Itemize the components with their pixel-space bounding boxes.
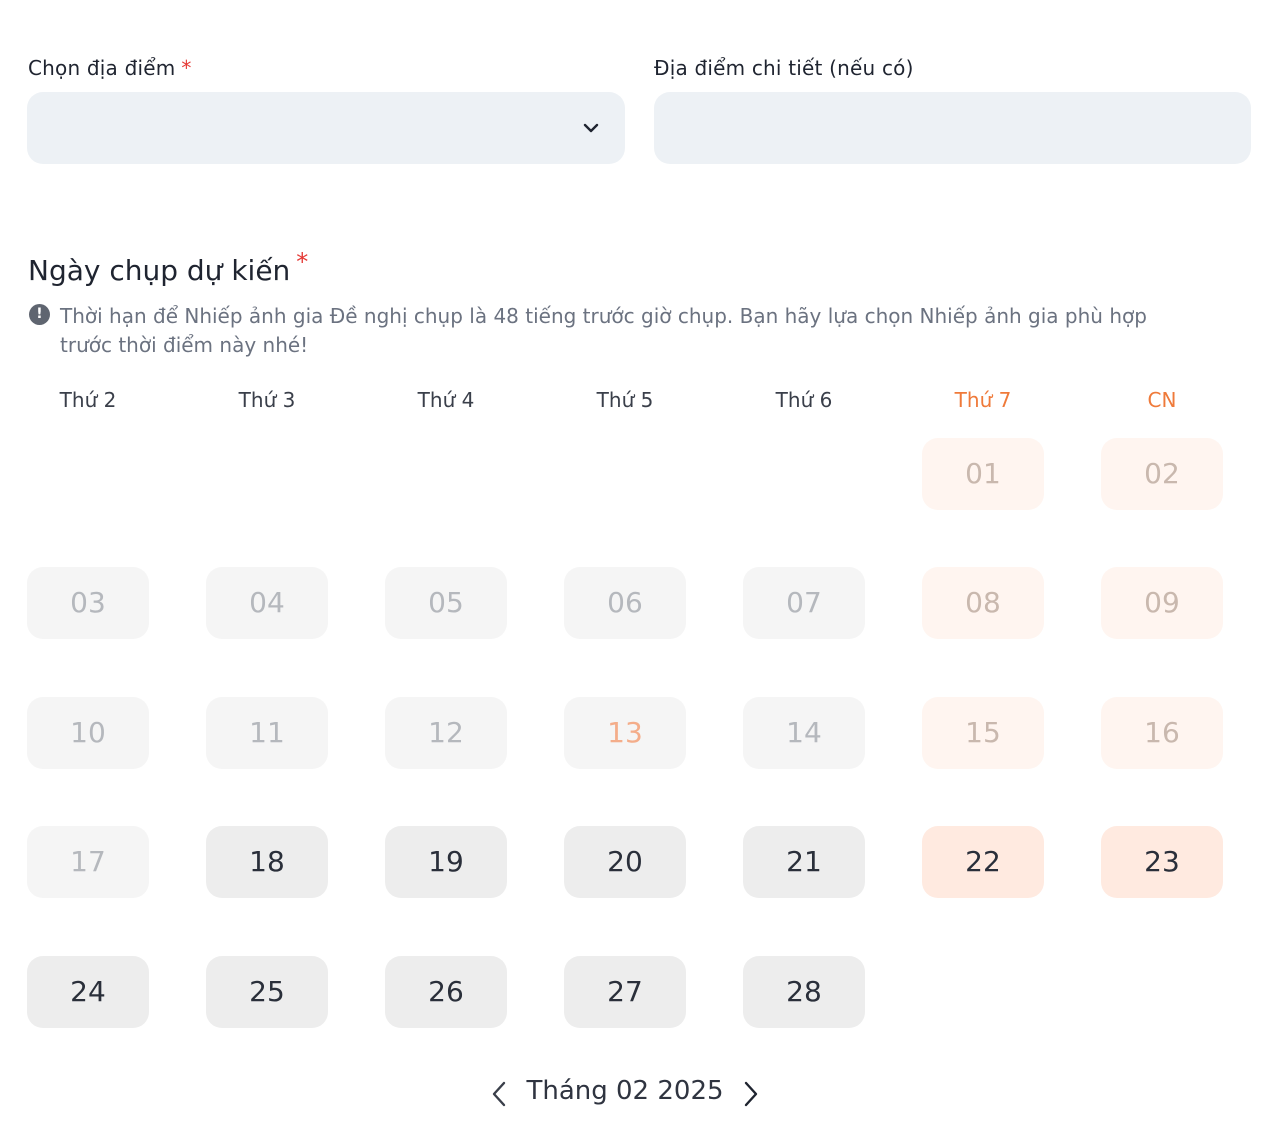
- calendar-day: 16: [1101, 697, 1223, 769]
- required-mark: *: [181, 56, 192, 80]
- weekday-label: Thứ 3: [238, 388, 296, 412]
- calendar-day: 10: [27, 697, 149, 769]
- calendar-day[interactable]: 24: [27, 956, 149, 1028]
- month-label: Tháng 02 2025: [526, 1076, 724, 1106]
- calendar-day[interactable]: 20: [564, 826, 686, 898]
- info-icon: !: [29, 304, 50, 325]
- detail-location-input[interactable]: [654, 92, 1251, 164]
- calendar-day[interactable]: 26: [385, 956, 507, 1028]
- calendar-day: 07: [743, 567, 865, 639]
- calendar-day[interactable]: 23: [1101, 826, 1223, 898]
- calendar-day: 11: [206, 697, 328, 769]
- required-mark: *: [296, 248, 309, 276]
- calendar-day: 17: [27, 826, 149, 898]
- calendar-day: 09: [1101, 567, 1223, 639]
- calendar-day: 06: [564, 567, 686, 639]
- weekday-label: Thứ 2: [59, 388, 117, 412]
- location-select[interactable]: [27, 92, 625, 164]
- chevron-right-icon[interactable]: [736, 1078, 764, 1110]
- weekday-label: Thứ 7: [954, 388, 1012, 412]
- deadline-notice: Thời hạn để Nhiếp ảnh gia Đề nghị chụp l…: [60, 304, 1147, 357]
- calendar-day: 03: [27, 567, 149, 639]
- calendar-day[interactable]: 27: [564, 956, 686, 1028]
- weekday-label: Thứ 5: [596, 388, 654, 412]
- shoot-date-title: Ngày chụp dự kiến *: [28, 248, 309, 287]
- calendar-day[interactable]: 19: [385, 826, 507, 898]
- calendar-day: 13: [564, 697, 686, 769]
- chevron-left-icon[interactable]: [486, 1078, 514, 1110]
- calendar-day: 15: [922, 697, 1044, 769]
- month-navigation: Tháng 02 2025: [0, 1072, 1252, 1116]
- calendar-day[interactable]: 21: [743, 826, 865, 898]
- calendar-day[interactable]: 28: [743, 956, 865, 1028]
- calendar-day: 04: [206, 567, 328, 639]
- chevron-down-icon: [583, 123, 599, 133]
- location-label: Chọn địa điểm *: [28, 56, 192, 80]
- calendar-day: 02: [1101, 438, 1223, 510]
- calendar-day: 01: [922, 438, 1044, 510]
- weekday-label: CN: [1147, 388, 1177, 412]
- weekday-label: Thứ 6: [775, 388, 833, 412]
- calendar-day: 12: [385, 697, 507, 769]
- calendar-day[interactable]: 18: [206, 826, 328, 898]
- calendar-day[interactable]: 22: [922, 826, 1044, 898]
- calendar-day[interactable]: 25: [206, 956, 328, 1028]
- calendar-day: 05: [385, 567, 507, 639]
- weekday-label: Thứ 4: [417, 388, 475, 412]
- calendar-day: 14: [743, 697, 865, 769]
- detail-location-label: Địa điểm chi tiết (nếu có): [654, 56, 914, 80]
- calendar-day: 08: [922, 567, 1044, 639]
